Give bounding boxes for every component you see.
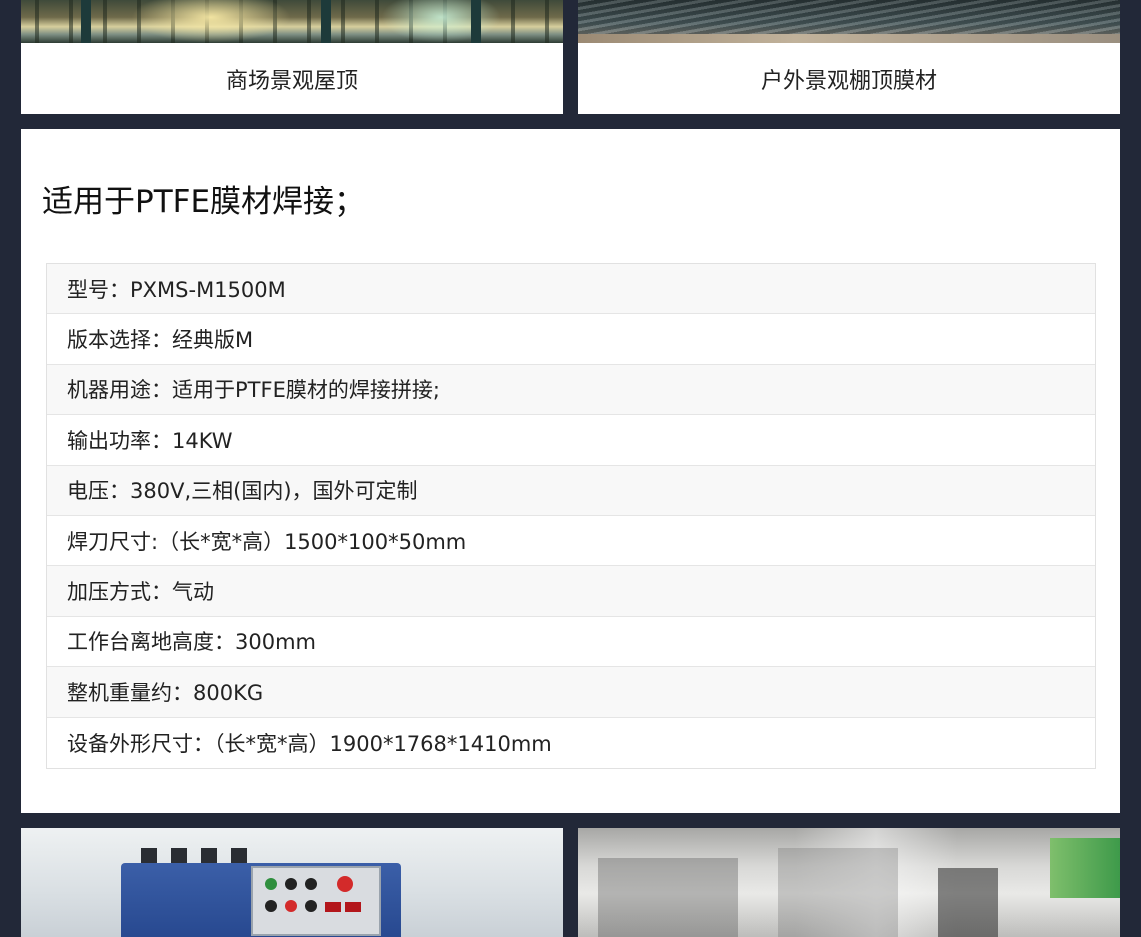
spec-table: 型号：PXMS-M1500M 版本选择：经典版M 机器用途：适用于PTFE膜材的… bbox=[46, 263, 1096, 769]
factory-photo bbox=[578, 828, 1120, 937]
spec-row: 焊刀尺寸:（长*宽*高）1500*100*50mm bbox=[47, 516, 1095, 567]
page: 商场景观屋顶 户外景观棚顶膜材 适用于PTFE膜材焊接； 型号：PXMS-M15… bbox=[0, 0, 1141, 937]
card-caption: 商场景观屋顶 bbox=[225, 68, 358, 94]
spec-row: 设备外形尺寸：（长*宽*高）1900*1768*1410mm bbox=[67, 731, 552, 756]
mall-roof-photo bbox=[21, 0, 563, 43]
spec-row: 版本选择：经典版M bbox=[47, 314, 1095, 365]
spec-row: 整机重量约：800KG bbox=[47, 667, 1095, 718]
spec-row: 输出功率：14KW bbox=[47, 415, 1095, 466]
spec-panel: 适用于PTFE膜材焊接； 型号：PXMS-M1500M 版本选择：经典版M 机器… bbox=[21, 129, 1120, 813]
spec-row: 机器用途：适用于PTFE膜材的焊接拼接; bbox=[47, 364, 1095, 416]
spec-row: 工作台离地高度：300mm bbox=[47, 617, 1095, 668]
spec-row: 电压：380V,三相(国内)，国外可定制 bbox=[47, 465, 1095, 516]
page-title: 适用于PTFE膜材焊接； bbox=[42, 184, 366, 220]
spec-row: 加压方式：气动 bbox=[47, 566, 1095, 617]
machine-photo-card[interactable] bbox=[21, 828, 563, 937]
spec-row: 型号：PXMS-M1500M bbox=[47, 264, 1095, 315]
product-card-mall-roof[interactable]: 商场景观屋顶 bbox=[21, 0, 563, 114]
product-card-outdoor-canopy[interactable]: 户外景观棚顶膜材 bbox=[578, 0, 1120, 114]
factory-photo-card[interactable] bbox=[578, 828, 1120, 937]
outdoor-canopy-photo bbox=[578, 0, 1120, 43]
welding-machine-photo bbox=[21, 828, 563, 937]
card-caption: 户外景观棚顶膜材 bbox=[760, 68, 937, 94]
